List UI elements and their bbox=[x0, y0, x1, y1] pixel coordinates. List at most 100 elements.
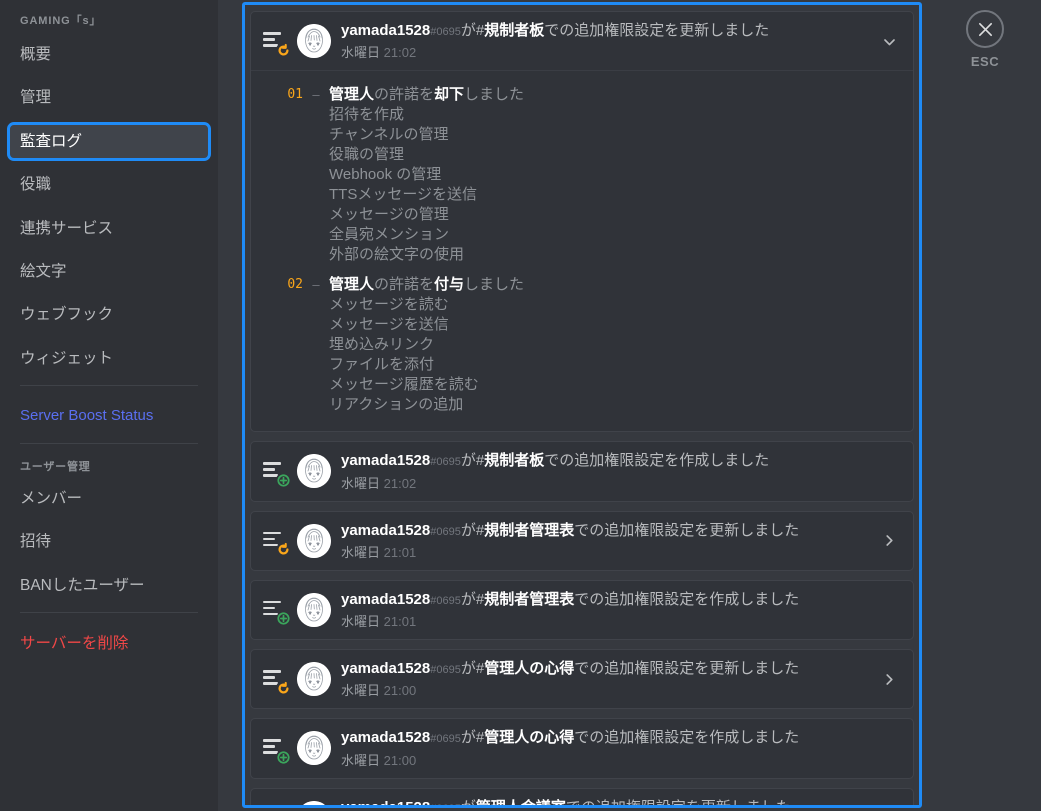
audit-log-entry[interactable]: yamada1528#0695が管理人会議室での追加権限設定を更新しました水曜日… bbox=[250, 787, 914, 808]
audit-log-entry[interactable]: yamada1528#0695が#規制者板での追加権限設定を更新しました 水曜日 … bbox=[250, 11, 914, 433]
overwrite-create-icon bbox=[261, 596, 291, 626]
avatar-image bbox=[297, 662, 331, 697]
audit-log-entry-text: yamada1528#0695が#管理人の心得での追加権限設定を作成しました 水曜… bbox=[341, 728, 877, 768]
audit-log-entry-timestamp: 水曜日 21:01 bbox=[341, 542, 877, 561]
avatar bbox=[297, 454, 331, 489]
audit-log-entry-description: yamada1528#0695が管理人会議室での追加権限設定を更新しました bbox=[341, 798, 877, 808]
sidebar-user-item-2[interactable]: BANしたユーザー bbox=[10, 569, 208, 602]
change-title-verb: 付与 bbox=[434, 276, 465, 294]
permission-item: チャンネルの管理 bbox=[329, 126, 449, 144]
avatar bbox=[297, 662, 331, 697]
chevron-right-icon[interactable] bbox=[877, 667, 901, 691]
audit-log-entry[interactable]: yamada1528#0695が#規制者管理表での追加権限設定を作成しました 水曜… bbox=[250, 579, 914, 640]
audit-log-entry-header[interactable]: yamada1528#0695が#規制者板での追加権限設定を作成しました 水曜日 … bbox=[251, 442, 913, 500]
sidebar-group-user-management: ユーザー管理 bbox=[20, 460, 91, 473]
entry-discriminator: #0695 bbox=[430, 525, 461, 538]
permission-item: 埋め込みリンク bbox=[329, 336, 435, 354]
audit-log-entry[interactable]: yamada1528#0695が#規制者板での追加権限設定を作成しました 水曜日 … bbox=[250, 441, 914, 502]
sidebar-item-5[interactable]: 絵文字 bbox=[10, 255, 208, 288]
entry-discriminator: #0695 bbox=[430, 733, 461, 746]
change-title: 管理人の許諾を付与しました bbox=[329, 275, 913, 295]
avatar-image bbox=[302, 800, 326, 805]
audit-log-entry-header[interactable]: yamada1528#0695が#管理人の心得での追加権限設定を更新しました 水曜… bbox=[251, 650, 913, 708]
sidebar-item-4[interactable]: 連携サービス bbox=[10, 212, 208, 245]
settings-sidebar: GAMING「s」 概要管理監査ログ役職連携サービス 絵文字ウェブフック ウィジェッ… bbox=[0, 0, 218, 811]
entry-mid: が bbox=[460, 798, 476, 808]
audit-log-entry-description: yamada1528#0695が#管理人の心得での追加権限設定を更新しました bbox=[341, 659, 877, 679]
audit-log-entry-header[interactable]: yamada1528#0695が#規制者板での追加権限設定を更新しました 水曜日 … bbox=[251, 12, 913, 70]
avatar-image bbox=[297, 454, 331, 489]
sidebar-item-2[interactable]: 監査ログ bbox=[7, 121, 211, 162]
entry-day: 水曜日 bbox=[341, 614, 381, 629]
audit-log-entry-text: yamada1528#0695が管理人会議室での追加権限設定を更新しました水曜日… bbox=[341, 798, 877, 808]
esc-close-group: ESC bbox=[955, 10, 1015, 69]
sidebar-item-delete-server[interactable]: サーバーを削除 bbox=[10, 627, 208, 660]
entry-mid: が# bbox=[460, 660, 485, 677]
entry-time: 21:00 bbox=[383, 683, 417, 699]
chevron-spacer bbox=[877, 459, 901, 483]
sidebar-item-6[interactable]: ウェブフック bbox=[10, 298, 208, 331]
entry-tail: での追加権限設定を作成しました bbox=[574, 590, 800, 608]
audit-log-entry[interactable]: yamada1528#0695が#規制者管理表での追加権限設定を更新しました 水曜… bbox=[250, 510, 914, 571]
entry-username: yamada1528 bbox=[341, 22, 431, 39]
entry-time: 21:02 bbox=[383, 475, 417, 491]
change-lines: 管理人の許諾を付与しました メッセージを読む メッセージを送信 埋め込みリンク ファイル… bbox=[329, 275, 913, 415]
audit-log-list[interactable]: yamada1528#0695が#規制者板での追加権限設定を更新しました 水曜日 … bbox=[242, 2, 922, 808]
main-content: yamada1528#0695が#規制者板での追加権限設定を更新しました 水曜日 … bbox=[218, 0, 1041, 811]
permission-item: メッセージを送信 bbox=[329, 316, 449, 334]
chevron-right-icon[interactable] bbox=[877, 529, 901, 553]
chevron-down-icon[interactable] bbox=[877, 29, 901, 53]
sidebar-user-item-0[interactable]: メンバー bbox=[10, 482, 208, 515]
audit-log-entry-text: yamada1528#0695が#規制者管理表での追加権限設定を作成しました 水曜… bbox=[341, 590, 877, 630]
entry-target: 規制者板 bbox=[484, 22, 545, 39]
entry-discriminator: #0695 bbox=[430, 594, 461, 607]
audit-log-entry-header[interactable]: yamada1528#0695が#規制者管理表での追加権限設定を作成しました 水曜… bbox=[251, 581, 913, 639]
avatar bbox=[297, 592, 331, 627]
permission-item: 外部の絵文字の使用 bbox=[329, 246, 465, 264]
overwrite-create-icon bbox=[261, 734, 291, 765]
sidebar-item-server-boost-status[interactable]: Server Boost Status bbox=[10, 400, 208, 433]
overwrite-update-icon bbox=[261, 27, 291, 58]
audit-log-entry[interactable]: yamada1528#0695が#管理人の心得での追加権限設定を作成しました 水曜… bbox=[250, 718, 914, 779]
entry-target: 管理人会議室 bbox=[475, 798, 566, 808]
permission-item: 招待を作成 bbox=[329, 106, 405, 124]
entry-time: 21:02 bbox=[383, 45, 417, 61]
change-lines: 管理人の許諾を却下しました 招待を作成 チャンネルの管理 役職の管理 Webhook の… bbox=[329, 85, 913, 265]
permission-item: リアクションの追加 bbox=[329, 396, 464, 414]
audit-log-entry-description: yamada1528#0695が#規制者板での追加権限設定を作成しました bbox=[341, 451, 877, 471]
audit-log-entry[interactable]: yamada1528#0695が#管理人の心得での追加権限設定を更新しました 水曜… bbox=[250, 649, 914, 710]
entry-username: yamada1528 bbox=[341, 729, 431, 747]
close-icon bbox=[978, 22, 992, 36]
chevron-right-icon[interactable] bbox=[877, 806, 901, 808]
entry-tail: での追加権限設定を作成しました bbox=[574, 729, 800, 747]
entry-time: 21:01 bbox=[383, 614, 417, 629]
entry-day: 水曜日 bbox=[341, 544, 381, 560]
server-name-header: GAMING「s」 bbox=[20, 15, 102, 27]
refresh-badge-icon bbox=[278, 43, 289, 56]
audit-log-entry-timestamp: 水曜日 21:00 bbox=[341, 750, 877, 769]
entry-mid: が# bbox=[460, 22, 485, 39]
permission-item: メッセージを読む bbox=[329, 296, 449, 314]
sidebar-user-item-1[interactable]: 招待 bbox=[10, 525, 208, 558]
avatar-image bbox=[297, 523, 331, 558]
entry-mid: が# bbox=[460, 452, 485, 470]
avatar bbox=[297, 800, 331, 805]
change-title-post: しました bbox=[464, 86, 525, 104]
permission-item: メッセージの管理 bbox=[329, 206, 449, 224]
audit-log-entry-header[interactable]: yamada1528#0695が#管理人の心得での追加権限設定を作成しました 水曜… bbox=[251, 719, 913, 777]
sidebar-item-0[interactable]: 概要 bbox=[10, 38, 208, 71]
entry-tail: での追加権限設定を更新しました bbox=[574, 521, 800, 539]
entry-time: 21:00 bbox=[383, 752, 417, 768]
overwrite-create-icon bbox=[261, 457, 291, 488]
permission-item: Webhook の管理 bbox=[329, 166, 442, 184]
sidebar-item-7[interactable]: ウィジェット bbox=[10, 342, 208, 375]
entry-username: yamada1528 bbox=[341, 660, 431, 677]
close-button[interactable] bbox=[966, 10, 1004, 48]
avatar-image bbox=[297, 592, 331, 627]
overwrite-update-icon bbox=[261, 665, 291, 696]
audit-log-entry-header[interactable]: yamada1528#0695が#規制者管理表での追加権限設定を更新しました 水曜… bbox=[251, 512, 913, 570]
sidebar-item-1[interactable]: 管理 bbox=[10, 81, 208, 114]
audit-log-entry-header[interactable]: yamada1528#0695が管理人会議室での追加権限設定を更新しました水曜日… bbox=[251, 789, 913, 808]
change-title-subject: 管理人 bbox=[329, 276, 375, 294]
sidebar-item-3[interactable]: 役職 bbox=[10, 168, 208, 201]
